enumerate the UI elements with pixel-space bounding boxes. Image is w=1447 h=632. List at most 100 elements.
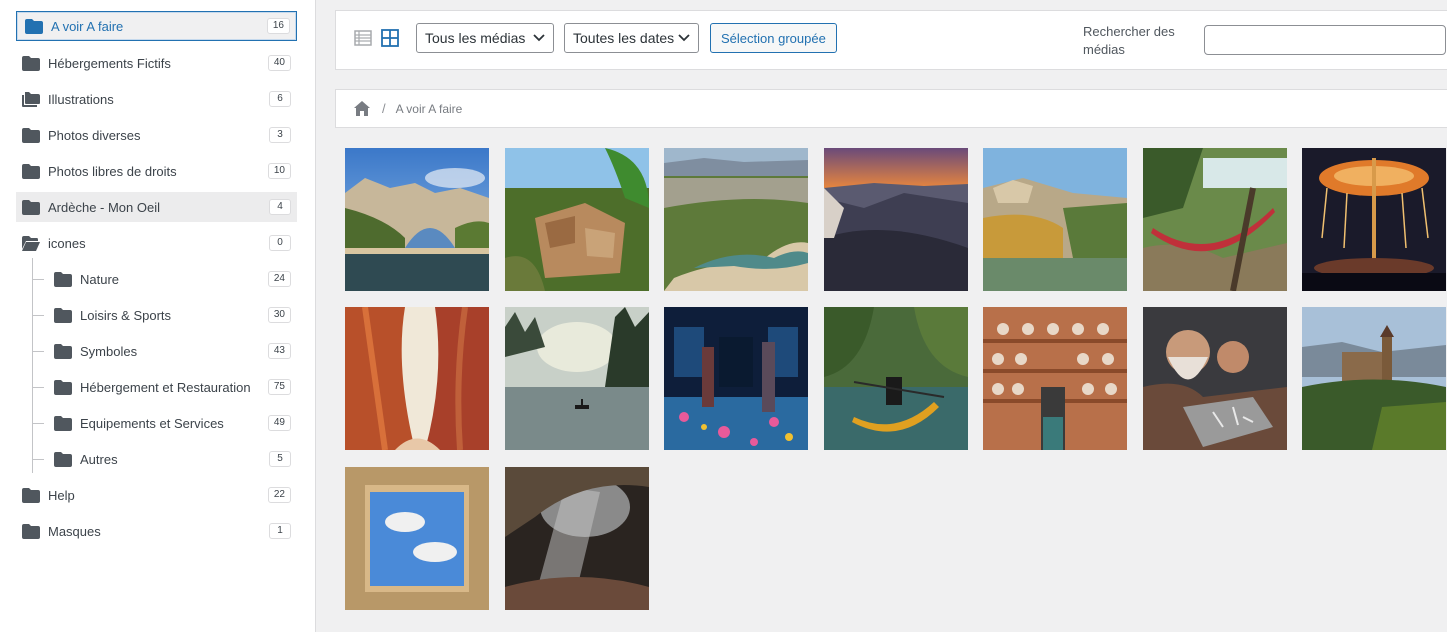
photo-carousel	[1302, 148, 1446, 291]
photo-castle-hill	[1302, 307, 1446, 450]
folder-label: Symboles	[80, 343, 138, 359]
media-thumbnail[interactable]	[505, 307, 649, 450]
folder-count: 75	[267, 379, 291, 395]
tree-connector	[32, 459, 44, 460]
folder-label: Photos libres de droits	[48, 163, 177, 179]
media-thumbnail[interactable]	[824, 148, 968, 291]
media-thumbnail[interactable]	[1143, 148, 1287, 291]
folder-item-hebergement-restauration[interactable]: Hébergement et Restauration 75	[48, 372, 297, 402]
folder-icon	[54, 307, 72, 323]
media-thumbnail[interactable]	[1302, 307, 1446, 450]
photo-stone-village	[505, 148, 649, 291]
media-thumbnail[interactable]	[345, 148, 489, 291]
folder-count: 10	[267, 163, 291, 179]
photo-misty-lake	[505, 307, 649, 450]
folder-count: 49	[267, 415, 291, 431]
folder-label: Masques	[48, 523, 101, 539]
folder-item-equipements[interactable]: Equipements et Services 49	[48, 408, 297, 438]
grid-view-button[interactable]	[379, 27, 401, 49]
folder-item-illustrations[interactable]: Illustrations 6	[16, 84, 297, 114]
folder-count: 0	[269, 235, 291, 251]
folder-count: 43	[267, 343, 291, 359]
photo-library-ceiling	[345, 467, 489, 610]
folder-icon	[54, 343, 72, 359]
folder-count: 4	[269, 199, 291, 215]
folder-item-photos-libres[interactable]: Photos libres de droits 10	[16, 156, 297, 186]
photo-sunset-valley	[824, 148, 968, 291]
folder-count: 6	[269, 91, 291, 107]
media-thumbnail[interactable]	[345, 307, 489, 450]
folder-count: 3	[269, 127, 291, 143]
folder-label: Loisirs & Sports	[80, 307, 172, 323]
folder-item-ardeche[interactable]: Ardèche - Mon Oeil 4	[16, 192, 297, 222]
breadcrumb: / A voir A faire	[335, 89, 1447, 128]
photo-immersive-gallery	[664, 307, 808, 450]
folder-item-a-voir-a-faire[interactable]: A voir A faire 16	[16, 11, 297, 41]
media-thumbnail[interactable]	[1143, 307, 1287, 450]
folder-item-icones[interactable]: icones 0	[16, 228, 297, 258]
media-toolbar: Tous les médias Toutes les dates Sélecti…	[335, 10, 1447, 70]
folder-label: Equipements et Services	[80, 415, 224, 431]
folder-icon	[54, 379, 72, 395]
folder-label: Illustrations	[48, 91, 114, 107]
photo-river-arch	[345, 148, 489, 291]
folder-icon	[22, 163, 40, 179]
folder-count: 40	[267, 55, 291, 71]
folder-item-hebergements-fictifs[interactable]: Hébergements Fictifs 40	[16, 48, 297, 78]
media-thumbnail[interactable]	[983, 148, 1127, 291]
folder-icon	[25, 18, 43, 34]
media-thumbnail[interactable]	[505, 148, 649, 291]
folder-count: 30	[267, 307, 291, 323]
media-thumbnail[interactable]	[664, 307, 808, 450]
tree-connector	[32, 387, 44, 388]
folder-label: Hébergements Fictifs	[48, 55, 171, 71]
folder-item-nature[interactable]: Nature 24	[48, 264, 297, 294]
folder-icon	[54, 271, 72, 287]
photo-elder-child-rock	[1143, 307, 1287, 450]
folder-count: 1	[269, 523, 291, 539]
list-view-button[interactable]	[352, 27, 374, 49]
date-filter[interactable]: Toutes les dates	[564, 23, 699, 53]
tree-connector	[32, 315, 44, 316]
folder-label: Help	[48, 487, 75, 503]
folder-count: 5	[269, 451, 291, 467]
media-thumbnail[interactable]	[664, 148, 808, 291]
search-label: Rechercher des médias	[1083, 24, 1175, 57]
tree-connector	[32, 423, 44, 424]
photo-cliff-village	[983, 148, 1127, 291]
date-filter-value: Toutes les dates	[573, 30, 675, 46]
media-type-filter[interactable]: Tous les médias	[416, 23, 554, 53]
bulk-select-button[interactable]: Sélection groupée	[710, 23, 837, 53]
chevron-down-icon	[678, 34, 690, 42]
media-thumbnail[interactable]	[824, 307, 968, 450]
folder-open-icon	[22, 235, 40, 251]
folder-label: Ardèche - Mon Oeil	[48, 199, 160, 215]
folder-label: Hébergement et Restauration	[80, 379, 251, 395]
tree-connector	[32, 351, 44, 352]
folder-label: A voir A faire	[51, 18, 124, 34]
folder-icon	[22, 199, 40, 215]
folders-icon	[22, 91, 40, 107]
folder-item-loisirs[interactable]: Loisirs & Sports 30	[48, 300, 297, 330]
list-view-icon	[354, 30, 372, 46]
home-icon[interactable]	[354, 101, 370, 116]
media-thumbnail[interactable]	[983, 307, 1127, 450]
folder-icon	[22, 55, 40, 71]
folder-item-symboles[interactable]: Symboles 43	[48, 336, 297, 366]
search-input[interactable]	[1204, 25, 1446, 55]
media-thumbnail[interactable]	[345, 467, 489, 610]
tree-connector	[32, 279, 44, 280]
photo-hammock	[1143, 148, 1287, 291]
folder-item-masques[interactable]: Masques 1	[16, 516, 297, 546]
breadcrumb-separator: /	[382, 101, 386, 116]
media-thumbnail[interactable]	[505, 467, 649, 610]
photo-cave-light	[505, 467, 649, 610]
folder-icon	[22, 127, 40, 143]
folder-label: Autres	[80, 451, 118, 467]
chevron-down-icon	[533, 34, 545, 42]
folder-sidebar: A voir A faire 16 Hébergements Fictifs 4…	[0, 0, 316, 632]
folder-item-autres[interactable]: Autres 5	[48, 444, 297, 474]
media-thumbnail[interactable]	[1302, 148, 1446, 291]
folder-item-photos-diverses[interactable]: Photos diverses 3	[16, 120, 297, 150]
folder-item-help[interactable]: Help 22	[16, 480, 297, 510]
